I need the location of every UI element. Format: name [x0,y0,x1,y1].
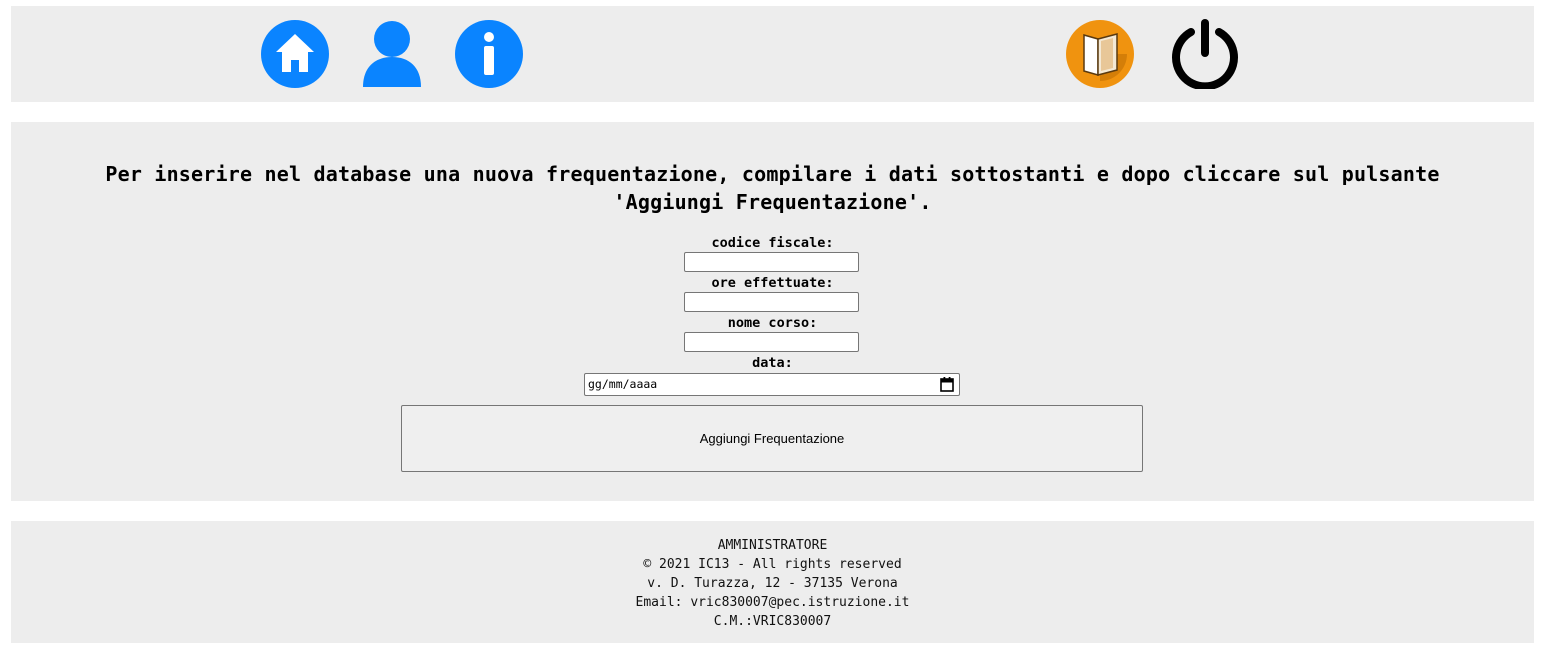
user-icon[interactable] [357,19,427,89]
instructions-line-2: 'Aggiungi Frequentazione'. [613,190,932,214]
nome-corso-input[interactable] [684,332,859,352]
ore-effettuate-input[interactable] [684,292,859,312]
footer-role: AMMINISTRATORE [717,538,828,553]
main-panel: Per inserire nel database una nuova freq… [11,122,1534,501]
nome-corso-label: nome corso: [727,315,818,331]
header-bar [11,6,1534,102]
instructions-text: Per inserire nel database una nuova freq… [51,160,1494,216]
codice-fiscale-label: codice fiscale: [711,235,834,251]
date-placeholder: gg/mm/aaaa [588,377,658,391]
footer-email: Email: vric830007@pec.istruzione.it [635,595,910,610]
data-date-input[interactable]: gg/mm/aaaa [584,373,960,396]
data-label: data: [752,355,793,371]
calendar-icon[interactable] [940,377,954,392]
footer-address: v. D. Turazza, 12 - 37135 Verona [647,576,898,591]
book-icon[interactable] [1065,19,1135,89]
power-icon[interactable] [1170,19,1240,89]
codice-fiscale-input[interactable] [684,252,859,272]
aggiungi-frequentazione-button[interactable]: Aggiungi Frequentazione [401,405,1143,472]
ore-effettuate-label: ore effettuate: [711,275,834,291]
info-icon[interactable] [454,19,524,89]
footer-copyright: © 2021 IC13 - All rights reserved [643,557,902,572]
footer-cm: C.M.:VRIC830007 [713,614,832,629]
instructions-line-1: Per inserire nel database una nuova freq… [105,162,1440,186]
footer: AMMINISTRATORE © 2021 IC13 - All rights … [11,521,1534,643]
home-icon[interactable] [260,19,330,89]
